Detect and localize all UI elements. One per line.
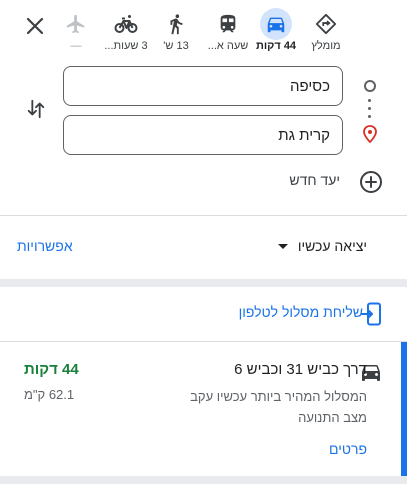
route-dots-icon (368, 99, 372, 123)
destination-value: קרית גת (278, 126, 330, 144)
swap-origin-destination-button[interactable] (22, 95, 50, 123)
travel-mode-bar: מומלץ 44 דקות שעה א... 13 ש' 3 שעות... — (0, 0, 407, 60)
mode-best[interactable]: מומלץ (302, 6, 350, 58)
origin-circle-icon (364, 80, 376, 92)
mode-walking[interactable]: 13 ש' (152, 6, 200, 58)
options-link[interactable]: אפשרויות (17, 238, 73, 254)
route-description: המסלול המהיר ביותר עכשיו עקב מצב התנועה (190, 389, 367, 425)
divider (0, 215, 407, 216)
dropdown-arrow-icon (277, 243, 288, 249)
walk-icon (160, 8, 192, 40)
mode-flight-label: — (70, 40, 82, 52)
close-button[interactable] (21, 12, 49, 40)
close-icon (26, 17, 44, 35)
divider (0, 341, 407, 342)
flight-icon (60, 8, 92, 40)
send-to-phone-icon[interactable] (360, 302, 384, 326)
destination-input[interactable]: קרית גת (63, 115, 343, 155)
add-destination-label[interactable]: יעד חדש (250, 172, 340, 188)
bike-icon (110, 8, 142, 40)
diamond-directions-icon (310, 8, 342, 40)
swap-vertical-icon (27, 99, 45, 119)
selected-route-accent (401, 342, 407, 476)
car-icon (260, 8, 292, 40)
route-distance: 62.1 ק"מ (24, 387, 75, 402)
add-circle-icon (360, 171, 382, 193)
send-to-phone-link[interactable]: שליחת מסלול לטלפון (239, 304, 363, 320)
destination-pin-icon (363, 125, 377, 143)
depart-now-dropdown[interactable]: יציאה עכשיו (277, 238, 367, 254)
mode-driving[interactable]: 44 דקות (252, 6, 300, 58)
route-details-link[interactable]: פרטים (329, 441, 367, 457)
mode-flight: — (52, 6, 100, 58)
origin-value: כסיפה (290, 77, 330, 95)
add-destination-button[interactable] (359, 170, 383, 194)
origin-input[interactable]: כסיפה (63, 66, 343, 106)
mode-transit-label: שעה א... (207, 40, 249, 52)
depart-now-label: יציאה עכשיו (297, 238, 367, 254)
mode-transit[interactable]: שעה א... (204, 6, 252, 58)
transit-icon (212, 8, 244, 40)
mode-cycling[interactable]: 3 שעות... (102, 6, 150, 58)
route-title[interactable]: דרך כביש 31 וכביש 6 (234, 361, 367, 378)
section-separator (0, 476, 407, 484)
section-separator (0, 279, 407, 287)
route-duration: 44 דקות (24, 361, 79, 378)
